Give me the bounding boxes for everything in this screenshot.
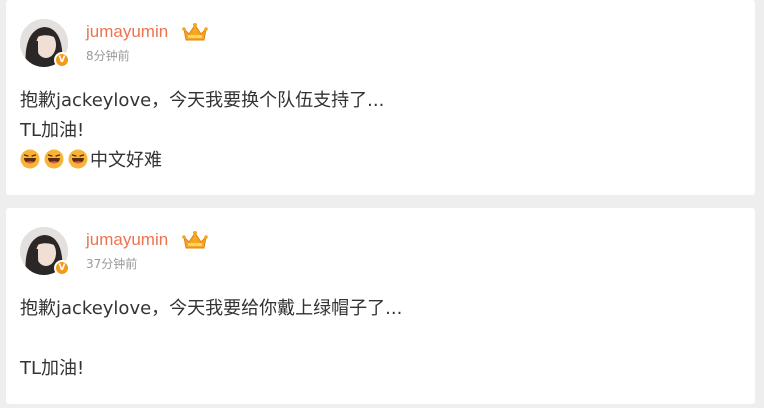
laughing-face-icon [68,149,88,169]
crown-icon [182,231,208,249]
post-timestamp[interactable]: 8分钟前 [86,47,130,65]
username-link[interactable]: jumayumin [86,228,168,252]
weibo-post-card: V jumayumin 37分钟前 抱歉jackeylove，今天我要给你戴上绿… [6,208,755,404]
username-link[interactable]: jumayumin [86,20,168,44]
post-text-line: TL加油! [20,358,85,379]
post-text-line: 抱歉jackeylove，今天我要换个队伍支持了... [20,90,385,111]
post-timestamp[interactable]: 37分钟前 [86,255,137,273]
laughing-face-icon [44,149,64,169]
crown-icon [182,23,208,41]
weibo-post-card: V jumayumin 8分钟前 抱歉jackeylove，今天我要换个队伍支持… [6,0,755,195]
post-content: 抱歉jackeylove，今天我要换个队伍支持了... TL加油! 中文好难 [20,86,384,176]
post-text-line: TL加油! [20,120,85,141]
post-text-line: 抱歉jackeylove，今天我要给你戴上绿帽子了... [20,298,403,319]
post-content: 抱歉jackeylove，今天我要给你戴上绿帽子了... TL加油! [20,294,402,384]
verified-badge-icon: V [54,52,70,68]
verified-badge-icon: V [54,260,70,276]
emoji-line: 中文好难 [20,146,384,176]
post-text-line: 中文好难 [90,150,162,171]
laughing-face-icon [20,149,40,169]
